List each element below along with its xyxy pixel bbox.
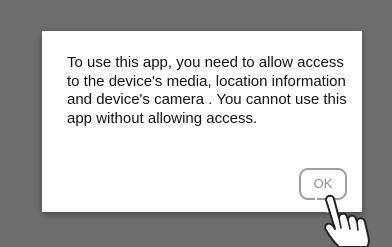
permission-dialog: To use this app, you need to allow acces… <box>42 31 362 212</box>
dialog-message: To use this app, you need to allow acces… <box>67 54 347 127</box>
screen: To use this app, you need to allow acces… <box>0 0 392 247</box>
ok-button[interactable]: OK <box>299 168 347 200</box>
